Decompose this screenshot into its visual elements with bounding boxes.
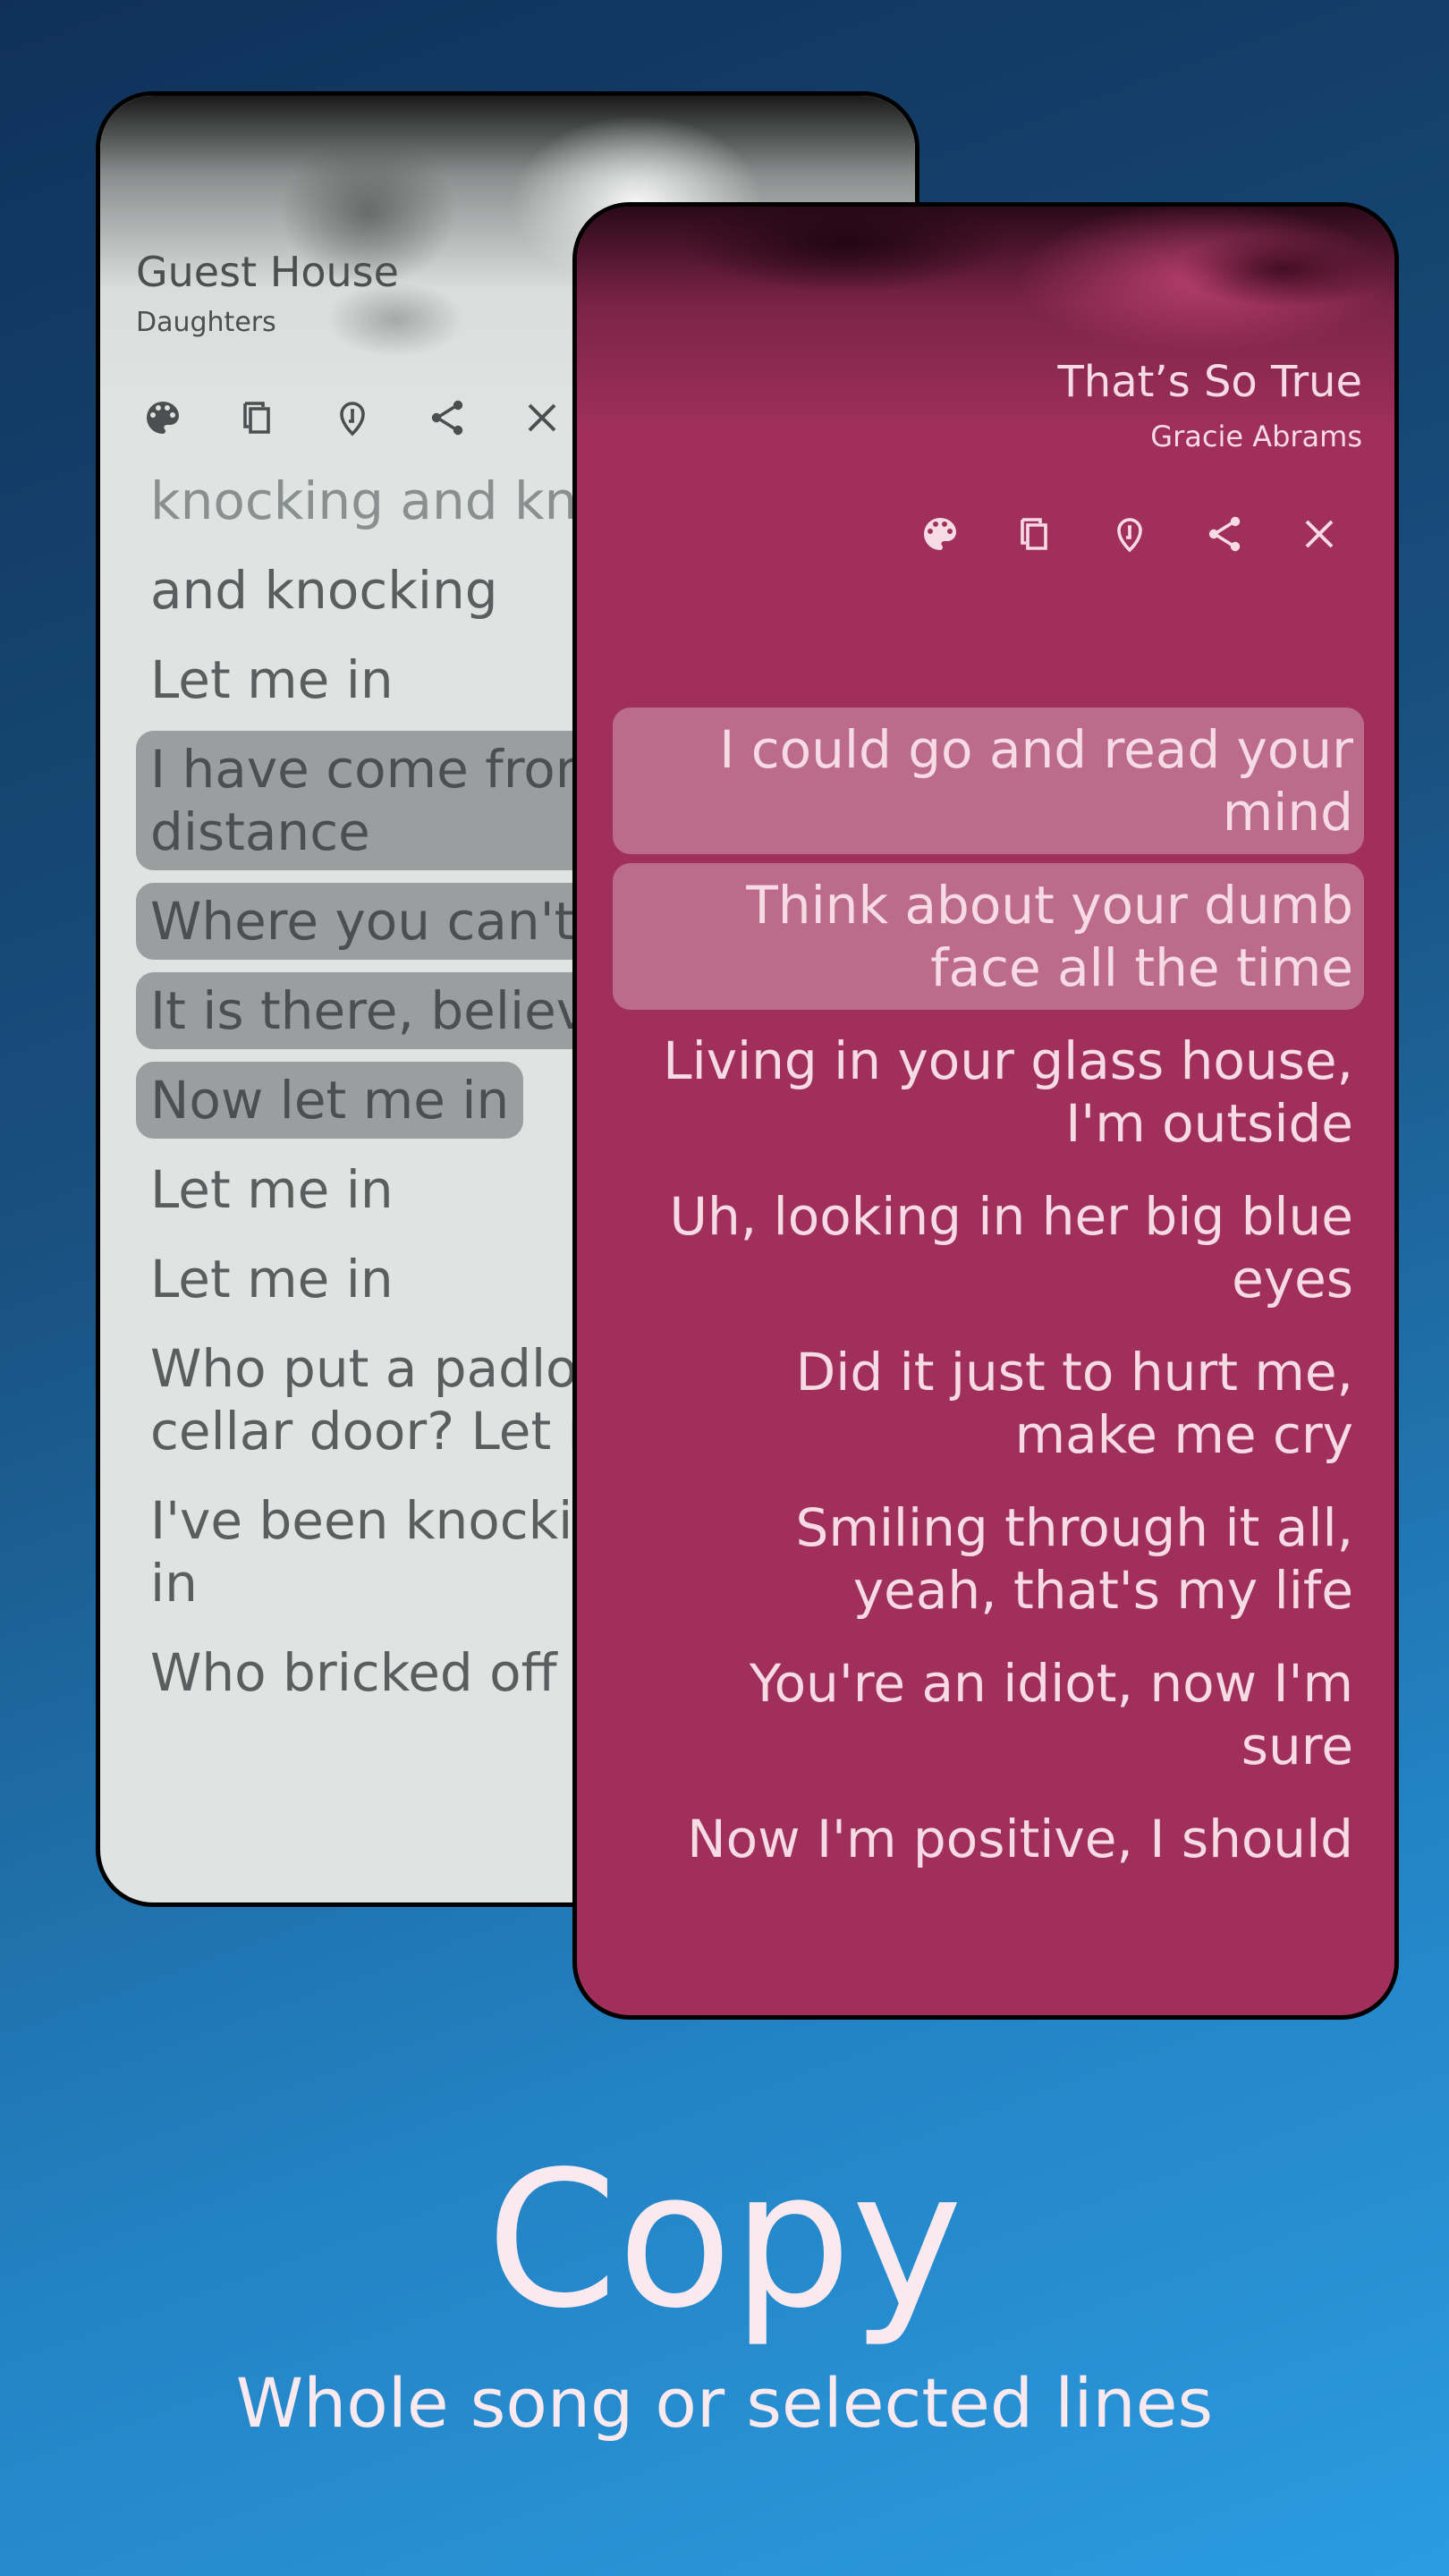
promo-headline: Copy xyxy=(486,2131,963,2350)
copy-icon[interactable] xyxy=(231,391,284,445)
front-player-card: That’s So True Gracie Abrams I could go … xyxy=(572,202,1399,2020)
palette-icon[interactable] xyxy=(136,391,190,445)
share-icon[interactable] xyxy=(1198,507,1251,561)
promo-subheadline: Whole song or selected lines xyxy=(235,2363,1214,2443)
lyric-line[interactable]: Smiling through it all, yeah, that's my … xyxy=(613,1486,1364,1632)
lyric-line[interactable]: Now let me in xyxy=(136,1062,524,1139)
guitar-pick-icon[interactable] xyxy=(326,391,379,445)
lyric-line[interactable]: I could go and read your mind xyxy=(613,708,1364,854)
artist-name: Gracie Abrams xyxy=(1150,419,1362,453)
song-title: That’s So True xyxy=(1057,357,1362,407)
close-icon[interactable] xyxy=(1292,507,1346,561)
artist-name: Daughters xyxy=(136,307,276,338)
lyric-line[interactable]: Think about your dumb face all the time xyxy=(613,863,1364,1010)
song-title: Guest House xyxy=(136,248,399,296)
guitar-pick-icon[interactable] xyxy=(1103,507,1157,561)
lyrics-toolbar xyxy=(913,507,1346,561)
share-icon[interactable] xyxy=(420,391,474,445)
lyrics-toolbar xyxy=(136,391,569,445)
lyric-line[interactable]: Did it just to hurt me, make me cry xyxy=(613,1330,1364,1477)
lyric-line[interactable]: Uh, looking in her big blue eyes xyxy=(613,1174,1364,1321)
lyric-line[interactable]: You're an idiot, now I'm sure xyxy=(613,1641,1364,1788)
lyric-line[interactable]: Living in your glass house, I'm outside xyxy=(613,1019,1364,1165)
lyrics-list: I could go and read your mind Think about… xyxy=(613,708,1364,1890)
close-icon[interactable] xyxy=(515,391,569,445)
copy-icon[interactable] xyxy=(1008,507,1062,561)
palette-icon[interactable] xyxy=(913,507,967,561)
lyric-line[interactable]: Now I'm positive, I should xyxy=(613,1797,1364,1881)
